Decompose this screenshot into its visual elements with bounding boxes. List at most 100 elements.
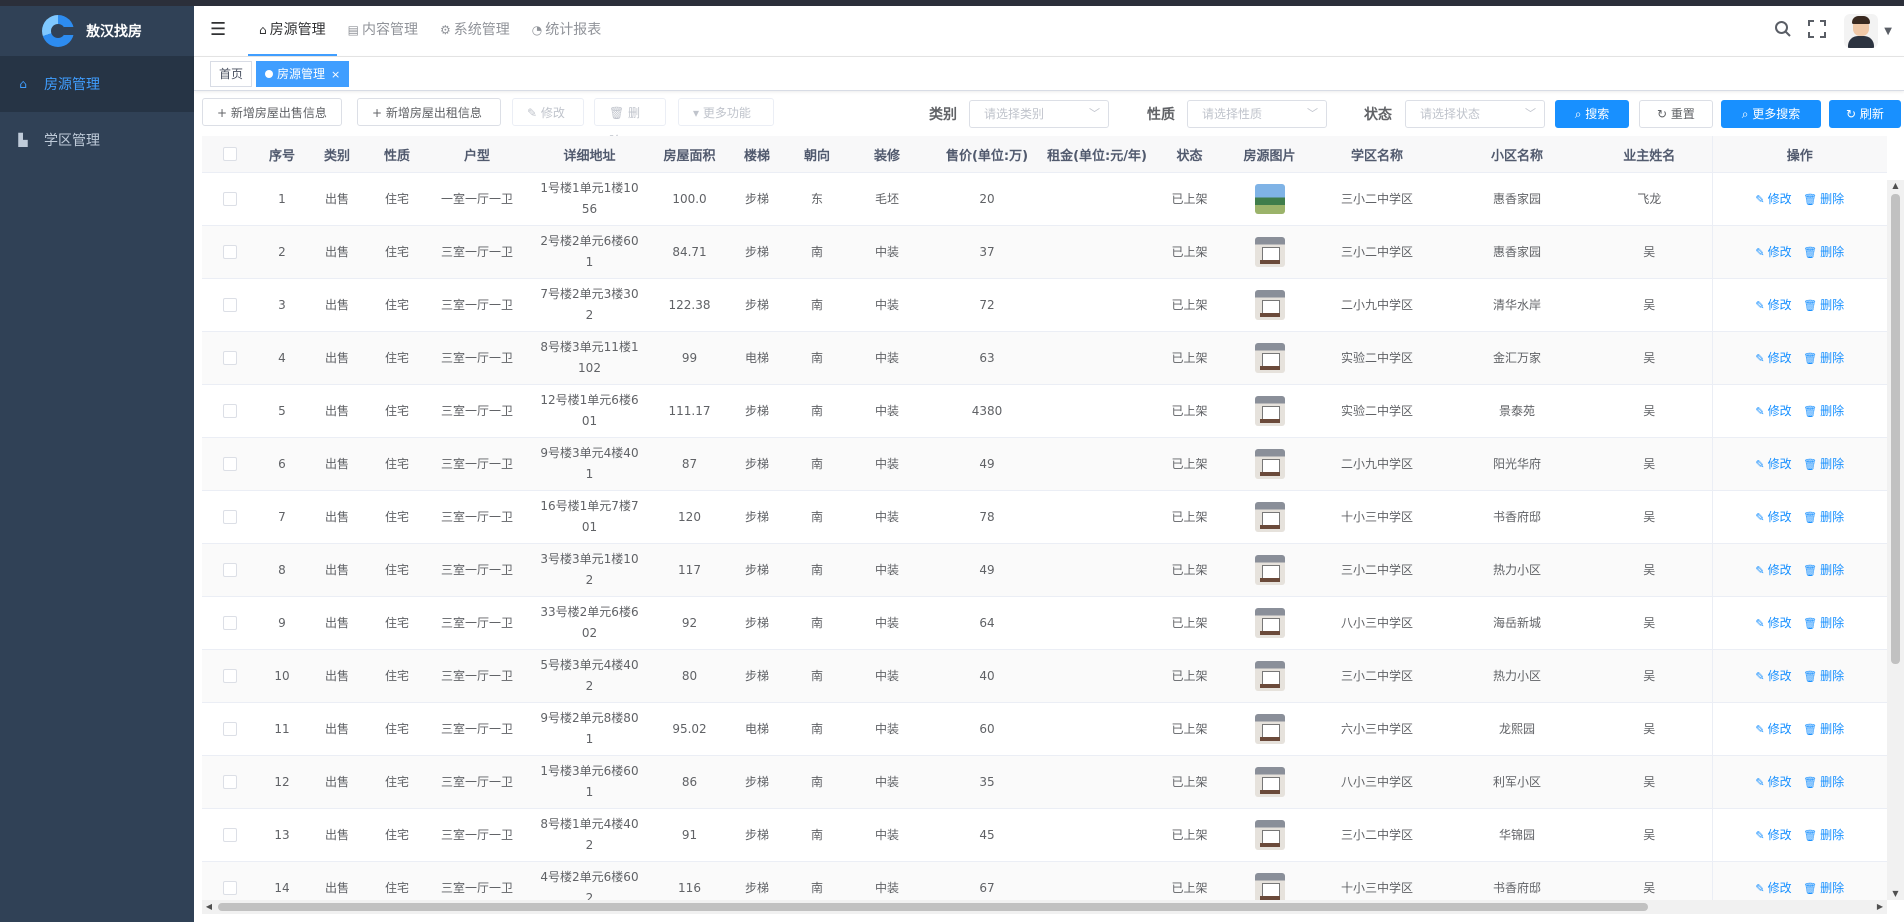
table-row[interactable]: 13 出售 住宅 三室一厅一卫 8号楼1单元4楼402 91 步梯南中装 45 已上架 三小二中学… [202, 808, 1887, 862]
row-checkbox[interactable] [202, 172, 257, 226]
row-edit-link[interactable]: ✎ 修改 [1755, 563, 1791, 577]
more-search-button[interactable]: ⌕ 更多搜索 [1721, 100, 1821, 128]
row-delete-link[interactable]: 🗑 删除 [1803, 828, 1844, 842]
vertical-scrollbar[interactable]: ▲ ▼ [1887, 180, 1904, 900]
add-rent-button[interactable]: + 新增房屋出租信息 [357, 98, 501, 126]
column-header[interactable]: 学区名称 [1307, 136, 1447, 173]
row-edit-link[interactable]: ✎ 修改 [1755, 351, 1791, 365]
row-checkbox[interactable] [202, 649, 257, 703]
row-checkbox[interactable] [202, 596, 257, 650]
topmenu-statistics[interactable]: ◔ 统计报表 [521, 6, 612, 56]
status-select[interactable]: 请选择状态 ﹀ [1405, 100, 1545, 128]
row-edit-link[interactable]: ✎ 修改 [1755, 457, 1791, 471]
table-row[interactable]: 11 出售 住宅 三室一厅一卫 9号楼2单元8楼801 95.02 电梯南中装 60 已上架 六小… [202, 702, 1887, 756]
row-edit-link[interactable]: ✎ 修改 [1755, 616, 1791, 630]
row-delete-link[interactable]: 🗑 删除 [1803, 192, 1844, 206]
column-header[interactable]: 小区名称 [1447, 136, 1587, 173]
add-sale-button[interactable]: + 新增房屋出售信息 [202, 98, 342, 126]
row-delete-link[interactable]: 🗑 删除 [1803, 404, 1844, 418]
refresh-button[interactable]: ↻ 刷新 [1829, 100, 1901, 128]
column-header[interactable]: 序号 [257, 136, 307, 173]
table-row[interactable]: 14 出售 住宅 三室一厅一卫 4号楼2单元6楼602 116 步梯南中装 67 已上架 十小三中… [202, 861, 1887, 901]
delete-button[interactable]: 🗑 删除 [594, 98, 666, 148]
column-header[interactable]: 详细地址 [527, 136, 652, 173]
column-header[interactable]: 售价(单位:万) [927, 136, 1047, 173]
column-header[interactable]: 租金(单位:元/年) [1047, 136, 1147, 173]
search-button[interactable]: ⌕ 搜索 [1555, 100, 1629, 128]
row-checkbox[interactable] [202, 490, 257, 544]
row-checkbox[interactable] [202, 755, 257, 809]
tag-house-management[interactable]: 房源管理 × [256, 61, 350, 87]
table-row[interactable]: 12 出售 住宅 三室一厅一卫 1号楼3单元6楼601 86 步梯南中装 35 已上架 八小三中学… [202, 755, 1887, 809]
table-row[interactable]: 8 出售 住宅 三室一厅一卫 3号楼3单元1楼102 117 步梯南中装 49 已上架 三小二中学… [202, 543, 1887, 597]
avatar[interactable] [1844, 14, 1879, 48]
scroll-down-icon[interactable]: ▼ [1887, 888, 1904, 900]
house-thumbnail[interactable] [1254, 820, 1285, 850]
row-delete-link[interactable]: 🗑 删除 [1803, 457, 1844, 471]
house-thumbnail[interactable] [1254, 767, 1285, 797]
row-edit-link[interactable]: ✎ 修改 [1755, 669, 1791, 683]
house-thumbnail[interactable] [1254, 502, 1285, 532]
row-checkbox[interactable] [202, 225, 257, 279]
table-row[interactable]: 3 出售 住宅 三室一厅一卫 7号楼2单元3楼302 122.38 步梯南中装 72 已上架 二小… [202, 278, 1887, 332]
column-header[interactable]: 房屋面积 [652, 136, 727, 173]
topmenu-system-management[interactable]: ⚙ 系统管理 [429, 6, 521, 56]
caret-down-icon[interactable]: ▼ [1884, 26, 1892, 37]
select-all-checkbox[interactable] [202, 136, 257, 173]
house-thumbnail[interactable] [1254, 396, 1285, 426]
row-checkbox[interactable] [202, 437, 257, 491]
row-delete-link[interactable]: 🗑 删除 [1803, 351, 1844, 365]
row-checkbox[interactable] [202, 861, 257, 901]
row-checkbox[interactable] [202, 278, 257, 332]
table-row[interactable]: 2 出售 住宅 三室一厅一卫 2号楼2单元6楼601 84.71 步梯南中装 37 已上架 三小二… [202, 225, 1887, 279]
row-edit-link[interactable]: ✎ 修改 [1755, 510, 1791, 524]
hamburger-menu-icon[interactable]: ☰ [210, 20, 230, 40]
scroll-up-icon[interactable]: ▲ [1887, 180, 1904, 192]
table-row[interactable]: 1 出售 住宅 一室一厅一卫 1号楼1单元1楼1056 100.0 步梯东毛坯 20 已上架 三小… [202, 172, 1887, 226]
column-header[interactable]: 房源图片 [1232, 136, 1307, 173]
house-thumbnail[interactable] [1254, 555, 1285, 585]
edit-button[interactable]: ✎ 修改 [512, 98, 584, 126]
app-logo[interactable]: 敖汉找房 [0, 6, 194, 56]
column-header[interactable]: 户型 [427, 136, 527, 173]
row-edit-link[interactable]: ✎ 修改 [1755, 881, 1791, 895]
row-checkbox[interactable] [202, 543, 257, 597]
house-thumbnail[interactable] [1254, 449, 1285, 479]
row-edit-link[interactable]: ✎ 修改 [1755, 192, 1791, 206]
row-delete-link[interactable]: 🗑 删除 [1803, 510, 1844, 524]
house-thumbnail[interactable] [1254, 237, 1285, 267]
row-checkbox[interactable] [202, 702, 257, 756]
column-header[interactable]: 业主姓名 [1587, 136, 1712, 173]
sidebar-item-house-management[interactable]: ⌂ 房源管理 [0, 56, 194, 112]
table-row[interactable]: 7 出售 住宅 三室一厅一卫 16号楼1单元7楼701 120 步梯南中装 78 已上架 十小三中… [202, 490, 1887, 544]
house-thumbnail[interactable] [1254, 290, 1285, 320]
column-header[interactable]: 类别 [307, 136, 367, 173]
row-edit-link[interactable]: ✎ 修改 [1755, 404, 1791, 418]
scroll-thumb[interactable] [1891, 194, 1900, 664]
table-row[interactable]: 10 出售 住宅 三室一厅一卫 5号楼3单元4楼402 80 步梯南中装 40 已上架 三小二中学… [202, 649, 1887, 703]
house-thumbnail[interactable] [1254, 184, 1285, 214]
row-delete-link[interactable]: 🗑 删除 [1803, 245, 1844, 259]
scroll-thumb[interactable] [218, 903, 1648, 911]
sidebar-item-school-district[interactable]: ▙ 学区管理 [0, 112, 194, 168]
house-thumbnail[interactable] [1254, 661, 1285, 691]
house-thumbnail[interactable] [1254, 873, 1285, 901]
row-checkbox[interactable] [202, 331, 257, 385]
nature-select[interactable]: 请选择性质 ﹀ [1187, 100, 1327, 128]
category-select[interactable]: 请选择类别 ﹀ [969, 100, 1109, 128]
row-checkbox[interactable] [202, 808, 257, 862]
reset-button[interactable]: ↻ 重置 [1639, 100, 1713, 128]
topmenu-house-management[interactable]: ⌂ 房源管理 [248, 6, 337, 56]
tag-home[interactable]: 首页 [210, 61, 253, 87]
row-edit-link[interactable]: ✎ 修改 [1755, 775, 1791, 789]
fullscreen-icon[interactable] [1802, 19, 1832, 43]
row-delete-link[interactable]: 🗑 删除 [1803, 298, 1844, 312]
column-header[interactable]: 楼梯 [727, 136, 787, 173]
row-delete-link[interactable]: 🗑 删除 [1803, 881, 1844, 895]
column-header[interactable]: 装修 [847, 136, 927, 173]
row-delete-link[interactable]: 🗑 删除 [1803, 563, 1844, 577]
house-thumbnail[interactable] [1254, 714, 1285, 744]
row-checkbox[interactable] [202, 384, 257, 438]
table-row[interactable]: 5 出售 住宅 三室一厅一卫 12号楼1单元6楼601 111.17 步梯南中装 4380 已上… [202, 384, 1887, 438]
column-header[interactable]: 性质 [367, 136, 427, 173]
